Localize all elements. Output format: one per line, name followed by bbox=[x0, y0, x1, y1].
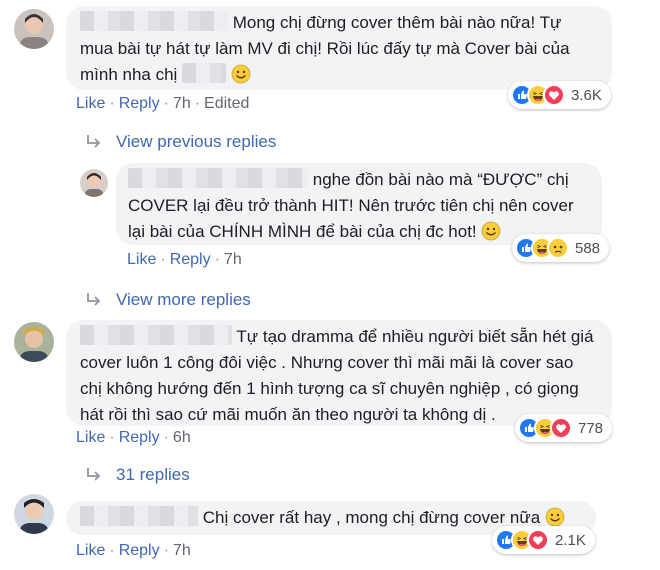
replies-count-label: 31 replies bbox=[116, 465, 190, 484]
smile-emoji-icon bbox=[231, 64, 251, 84]
smile-emoji-icon bbox=[481, 221, 501, 241]
timestamp[interactable]: 7h bbox=[173, 95, 191, 112]
like-link[interactable]: Like bbox=[76, 429, 105, 446]
timestamp[interactable]: 7h bbox=[224, 251, 242, 268]
avatar-commenter-4[interactable] bbox=[14, 494, 54, 534]
reaction-count: 778 bbox=[578, 419, 604, 437]
reply-link[interactable]: Reply bbox=[119, 429, 160, 446]
comment-actions-1: Like · Reply · 7h · Edited bbox=[76, 95, 250, 112]
comment-bubble-3: Tự tạo dramma để nhiều người biết sẵn hé… bbox=[66, 320, 612, 426]
view-more-replies-label: View more replies bbox=[116, 290, 251, 309]
like-link[interactable]: Like bbox=[76, 95, 105, 112]
comment-bubble-1: Mong chị đừng cover thêm bài nào nữa! Tự… bbox=[66, 6, 612, 90]
comment-actions-4: Like · Reply · 7h bbox=[76, 542, 191, 559]
comment-text: Chị cover rất hay , mong chị đừng cover … bbox=[202, 508, 541, 527]
reply-link[interactable]: Reply bbox=[170, 251, 211, 268]
like-link[interactable]: Like bbox=[127, 251, 156, 268]
commenter-name-redacted[interactable] bbox=[80, 11, 228, 31]
comment-actions-3: Like · Reply · 6h bbox=[76, 429, 191, 446]
view-previous-replies-label: View previous replies bbox=[116, 132, 277, 151]
love-icon bbox=[550, 417, 572, 439]
timestamp[interactable]: 7h bbox=[173, 542, 191, 559]
replies-count-link[interactable]: 31 replies bbox=[86, 465, 190, 485]
reply-arrow-icon bbox=[87, 468, 101, 481]
reaction-count: 2.1K bbox=[555, 531, 586, 549]
reply-bubble: nghe đồn bài nào mà “ĐƯỢC” chị COVER lại… bbox=[116, 163, 602, 245]
love-icon bbox=[527, 529, 549, 551]
reply-arrow-icon bbox=[87, 293, 101, 306]
reaction-summary-3[interactable]: 778 bbox=[515, 414, 613, 442]
commenter-name-redacted[interactable] bbox=[80, 325, 232, 345]
reaction-summary-4[interactable]: 2.1K bbox=[492, 526, 595, 554]
replier-name-redacted[interactable] bbox=[128, 168, 308, 188]
reply-arrow-icon bbox=[87, 135, 101, 148]
avatar-commenter-1[interactable] bbox=[14, 9, 54, 49]
like-link[interactable]: Like bbox=[76, 542, 105, 559]
view-more-replies-link[interactable]: View more replies bbox=[86, 290, 251, 310]
view-previous-replies-link[interactable]: View previous replies bbox=[86, 132, 276, 152]
reaction-count: 588 bbox=[575, 239, 601, 257]
avatar-commenter-3[interactable] bbox=[14, 322, 54, 362]
reaction-summary-1[interactable]: 3.6K bbox=[508, 81, 611, 109]
reaction-count: 3.6K bbox=[571, 86, 602, 104]
reply-link[interactable]: Reply bbox=[119, 542, 160, 559]
reply-link[interactable]: Reply bbox=[119, 95, 160, 112]
reply-actions: Like · Reply · 7h bbox=[127, 251, 242, 268]
mentioned-name-redacted[interactable] bbox=[182, 63, 227, 83]
love-icon bbox=[543, 84, 565, 106]
smile-emoji-icon bbox=[545, 507, 565, 527]
reaction-summary-2[interactable]: 588 bbox=[512, 234, 610, 262]
avatar-replier[interactable] bbox=[80, 169, 108, 197]
edited-label[interactable]: Edited bbox=[204, 95, 249, 112]
commenter-name-redacted[interactable] bbox=[80, 506, 198, 526]
sad-icon bbox=[547, 237, 569, 259]
timestamp[interactable]: 6h bbox=[173, 429, 191, 446]
